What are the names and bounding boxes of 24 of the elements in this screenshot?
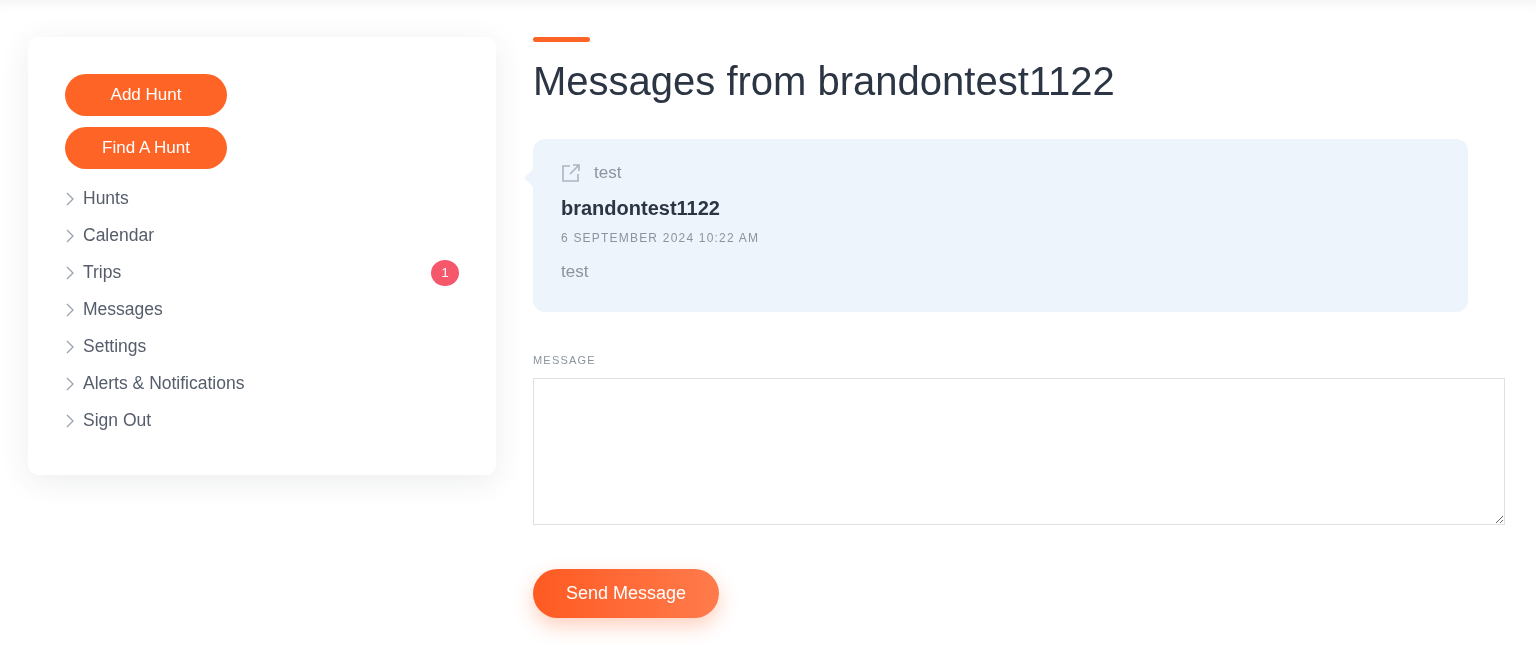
chevron-right-icon bbox=[65, 264, 75, 281]
sidebar-link[interactable]: Settings bbox=[65, 336, 147, 357]
field-label: MESSAGE bbox=[533, 354, 597, 366]
sidebar-link[interactable]: Sign Out bbox=[65, 410, 152, 431]
message-date: 6 SEPTEMBER 2024 10:22 AM bbox=[561, 231, 761, 245]
page-title: Messages from brandontest1122 bbox=[533, 58, 1116, 105]
sidebar-link[interactable]: Calendar bbox=[65, 225, 155, 246]
sidebar-link[interactable]: Messages bbox=[65, 299, 163, 320]
sender-name: brandontest1122 bbox=[561, 197, 721, 220]
message-subject: test bbox=[594, 163, 622, 183]
chevron-right-icon bbox=[65, 301, 75, 318]
sidebar-link[interactable]: Alerts & Notifications bbox=[65, 373, 245, 394]
count-badge: 1 bbox=[431, 259, 459, 286]
chevron-right-icon bbox=[65, 375, 75, 392]
accent-bar bbox=[533, 37, 590, 42]
chevron-right-icon bbox=[65, 338, 75, 355]
message-input[interactable] bbox=[533, 378, 1505, 525]
chevron-right-icon bbox=[65, 412, 75, 429]
message-body: test bbox=[561, 262, 590, 282]
sidebar-link[interactable]: Trips bbox=[65, 262, 122, 283]
chevron-right-icon bbox=[65, 190, 75, 207]
chevron-right-icon bbox=[65, 227, 75, 244]
sidebar-link[interactable]: Hunts bbox=[65, 188, 129, 209]
external-link-icon[interactable] bbox=[561, 163, 581, 183]
